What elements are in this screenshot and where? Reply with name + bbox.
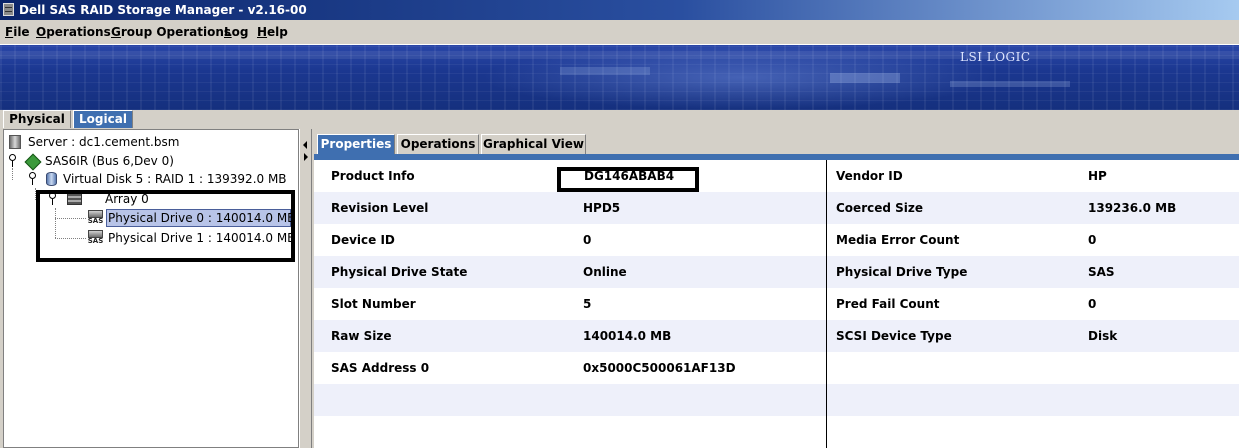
menu-operations-mnemonic: O — [36, 25, 47, 39]
tree-node-physical-drive-0-label: Physical Drive 0 : 140014.0 MB — [108, 211, 296, 225]
property-label: Physical Drive Type — [836, 265, 968, 279]
banner-glow — [480, 45, 1000, 110]
property-label: Product Info — [331, 169, 415, 183]
expand-handle-icon[interactable] — [29, 172, 36, 185]
property-value: HPD5 — [583, 201, 621, 215]
controller-icon — [24, 153, 42, 171]
tree-node-controller-label: SAS6IR (Bus 6,Dev 0) — [45, 154, 174, 168]
app-icon — [3, 3, 14, 16]
property-value: 0x5000C500061AF13D — [583, 361, 736, 375]
property-label: Vendor ID — [836, 169, 903, 183]
tab-operations[interactable]: Operations — [397, 134, 479, 154]
menu-log-mnemonic: L — [224, 25, 232, 39]
menu-log[interactable]: Log — [224, 25, 249, 39]
properties-panel: Product Info DG146ABAB4 Vendor ID HP Rev… — [314, 154, 1239, 448]
property-label: Revision Level — [331, 201, 429, 215]
property-label: Coerced Size — [836, 201, 924, 215]
property-value: Disk — [1088, 329, 1118, 343]
tab-properties[interactable]: Properties — [317, 134, 395, 154]
banner-decor — [830, 73, 900, 83]
property-row: Slot Number 5 Pred Fail Count 0 — [314, 288, 1239, 320]
property-row: Device ID 0 Media Error Count 0 — [314, 224, 1239, 256]
property-value: 0 — [583, 233, 592, 247]
property-row: Product Info DG146ABAB4 Vendor ID HP — [314, 160, 1239, 192]
menu-bar: File Operations Group Operations Log Hel… — [0, 20, 1239, 45]
menu-file-mnemonic: F — [5, 25, 14, 39]
sas-drive-icon: SAS — [87, 230, 104, 247]
menu-operations-label: perations — [46, 25, 111, 39]
property-row: Physical Drive State Online Physical Dri… — [314, 256, 1239, 288]
menu-help-label: elp — [267, 25, 288, 39]
property-value: 139236.0 MB — [1088, 201, 1177, 215]
logical-tree: Server : dc1.cement.bsm SAS6IR (Bus 6,De… — [3, 129, 299, 448]
tree-node-virtual-disk-label: Virtual Disk 5 : RAID 1 : 139392.0 MB — [63, 172, 287, 186]
array-icon — [67, 193, 82, 205]
property-label: Physical Drive State — [331, 265, 468, 279]
expand-handle-icon[interactable] — [49, 192, 56, 205]
property-label: Media Error Count — [836, 233, 960, 247]
expand-right-arrow-icon[interactable] — [304, 153, 308, 161]
menu-group-operations[interactable]: Group Operations — [111, 25, 231, 39]
property-value: 0 — [1088, 233, 1097, 247]
property-value: 5 — [583, 297, 592, 311]
banner: LSI LOGIC — [0, 45, 1239, 110]
tree-node-server-label: Server : dc1.cement.bsm — [28, 135, 180, 149]
property-label: Pred Fail Count — [836, 297, 940, 311]
tab-logical[interactable]: Logical — [73, 110, 133, 128]
property-value: 140014.0 MB — [583, 329, 672, 343]
tree-node-physical-drive-1-label: Physical Drive 1 : 140014.0 MB — [108, 231, 296, 245]
tab-graphical-view[interactable]: Graphical View — [481, 134, 586, 154]
property-label: Raw Size — [331, 329, 392, 343]
menu-file-label: ile — [13, 25, 30, 39]
tree-node-controller[interactable]: SAS6IR (Bus 6,Dev 0) — [4, 152, 294, 171]
tree-node-physical-drive-1[interactable]: SAS Physical Drive 1 : 140014.0 MB — [4, 229, 296, 247]
property-row: SAS Address 0 0x5000C500061AF13D — [314, 352, 1239, 384]
banner-decor — [950, 81, 1070, 87]
property-value: HP — [1088, 169, 1107, 183]
lsi-logic-logo: LSI LOGIC — [960, 50, 1031, 64]
property-value: 0 — [1088, 297, 1097, 311]
property-row: Raw Size 140014.0 MB SCSI Device Type Di… — [314, 320, 1239, 352]
property-row-empty — [314, 416, 1239, 448]
expand-handle-icon[interactable] — [9, 154, 16, 167]
property-label: SAS Address 0 — [331, 361, 430, 375]
sas-drive-icon: SAS — [87, 210, 104, 227]
menu-operations[interactable]: Operations — [36, 25, 111, 39]
tree-node-physical-drive-0[interactable]: SAS Physical Drive 0 : 140014.0 MB — [4, 209, 296, 227]
menu-help-mnemonic: H — [257, 25, 268, 39]
menu-group-operations-mnemonic: G — [111, 25, 121, 39]
tab-physical[interactable]: Physical — [3, 110, 71, 128]
menu-group-operations-label: roup Operations — [120, 25, 232, 39]
column-divider — [826, 160, 827, 448]
menu-file[interactable]: File — [5, 25, 30, 39]
tree-node-virtual-disk[interactable]: Virtual Disk 5 : RAID 1 : 139392.0 MB — [4, 170, 294, 188]
sas-tag: SAS — [87, 237, 104, 245]
server-icon — [9, 135, 21, 149]
property-value: DG146ABAB4 — [584, 169, 675, 183]
collapse-left-arrow-icon[interactable] — [303, 141, 307, 149]
menu-log-label: og — [231, 25, 249, 39]
property-label: SCSI Device Type — [836, 329, 952, 343]
virtual-disk-icon — [46, 172, 57, 186]
property-label: Device ID — [331, 233, 395, 247]
property-label: Slot Number — [331, 297, 416, 311]
property-row: Revision Level HPD5 Coerced Size 139236.… — [314, 192, 1239, 224]
panel-splitter[interactable] — [299, 129, 312, 448]
menu-help[interactable]: Help — [257, 25, 288, 39]
tree-node-array-label: Array 0 — [105, 192, 149, 206]
property-value: Online — [583, 265, 627, 279]
sas-tag: SAS — [87, 217, 104, 225]
property-value: SAS — [1088, 265, 1115, 279]
title-bar: Dell SAS RAID Storage Manager - v2.16-00 — [0, 0, 1239, 20]
window-title: Dell SAS RAID Storage Manager - v2.16-00 — [19, 3, 307, 17]
tree-node-server[interactable]: Server : dc1.cement.bsm — [4, 133, 294, 151]
tree-node-array[interactable]: Array 0 — [4, 190, 294, 208]
banner-decor — [560, 67, 650, 75]
property-row-empty — [314, 384, 1239, 416]
